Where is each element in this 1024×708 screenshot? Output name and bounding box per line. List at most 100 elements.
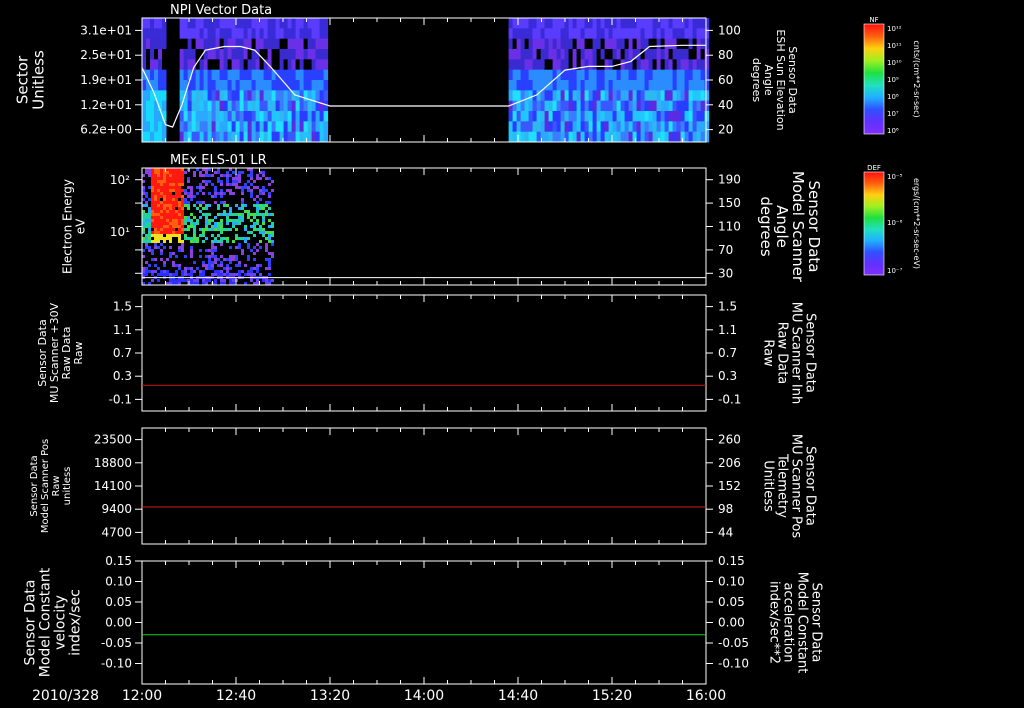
heatmap-cell: [219, 111, 225, 122]
axis-label-line: Sensor Data: [808, 583, 823, 663]
heatmap-cell: [268, 213, 271, 216]
heatmap-cell: [620, 121, 626, 133]
heatmap-cell: [632, 90, 638, 102]
heatmap-cell: [148, 186, 151, 189]
heatmap-cell: [628, 100, 634, 112]
heatmap-cell: [676, 28, 682, 40]
heatmap-cell: [223, 90, 229, 102]
axis-label-line: Raw: [760, 339, 775, 367]
heatmap-cell: [166, 216, 169, 219]
heatmap-cell: [524, 49, 530, 60]
heatmap-cell: [315, 69, 321, 81]
heatmap-cell: [568, 111, 574, 122]
heatmap-cell: [145, 225, 148, 228]
heatmap-cell: [214, 195, 217, 198]
heatmap-cell: [226, 183, 229, 186]
heatmap-cell: [247, 69, 253, 81]
heatmap-cell: [191, 111, 197, 122]
heatmap-cell: [239, 100, 245, 112]
heatmap-cell: [199, 131, 205, 143]
heatmap-cell: [636, 100, 642, 112]
heatmap-cell: [295, 100, 301, 112]
heatmap-cell: [299, 100, 305, 112]
heatmap-cell: [202, 234, 205, 237]
right-tick-label: 0.15: [718, 554, 745, 568]
heatmap-cell: [142, 80, 147, 91]
heatmap-cell: [226, 270, 229, 273]
heatmap-cell: [628, 131, 634, 143]
left-axis-label: SectorUnitless: [13, 50, 47, 110]
heatmap-cell: [183, 18, 189, 29]
heatmap-cell: [235, 177, 238, 180]
heatmap-cell: [648, 121, 654, 133]
heatmap-cell: [259, 18, 265, 29]
heatmap-cell: [160, 213, 163, 216]
heatmap-cell: [524, 28, 530, 40]
heatmap-cell: [548, 59, 554, 71]
heatmap-cell: [151, 210, 154, 213]
heatmap-cell: [232, 177, 235, 180]
heatmap-cell: [680, 80, 686, 91]
heatmap-cell: [148, 225, 151, 228]
heatmap-cell: [632, 69, 638, 81]
heatmap-cell: [235, 219, 238, 222]
axis-label-line: Model Constant: [794, 572, 809, 674]
colorbar-unit-text: cnts/(cm**2-sr-sec): [912, 40, 921, 117]
heatmap-cell: [178, 189, 181, 192]
heatmap-cell: [163, 183, 166, 186]
heatmap-cell: [151, 252, 154, 255]
heatmap-cell: [267, 18, 273, 29]
right-tick-label: 260: [718, 433, 741, 447]
heatmap-cell: [255, 111, 261, 122]
heatmap-cell: [700, 121, 706, 133]
heatmap-cell: [267, 90, 273, 102]
heatmap-cell: [291, 80, 297, 91]
heatmap-cell: [628, 28, 634, 40]
heatmap-cell: [181, 174, 184, 177]
heatmap-cell: [223, 279, 226, 282]
heatmap-cell: [259, 38, 265, 50]
heatmap-cell: [692, 28, 698, 40]
heatmap-cell: [608, 90, 614, 102]
heatmap-cell: [303, 121, 309, 133]
heatmap-cell: [564, 90, 570, 102]
heatmap-cell: [256, 204, 259, 207]
heatmap-cell: [175, 186, 178, 189]
heatmap-cell: [199, 249, 202, 252]
heatmap-cell: [660, 100, 666, 112]
heatmap-cell: [190, 249, 193, 252]
heatmap-cell: [172, 234, 175, 237]
heatmap-cell: [199, 111, 205, 122]
heatmap-cell: [508, 38, 514, 50]
heatmap-cell: [307, 59, 313, 71]
heatmap-cell: [239, 111, 245, 122]
heatmap-cell: [624, 69, 630, 81]
heatmap-cell: [259, 246, 262, 249]
heatmap-cell: [664, 38, 670, 50]
heatmap-cell: [704, 100, 710, 112]
heatmap-cell: [181, 225, 184, 228]
heatmap-cell: [564, 80, 570, 91]
heatmap-cell: [202, 228, 205, 231]
heatmap-cell: [163, 273, 166, 276]
heatmap-cell: [588, 100, 594, 112]
heatmap-cell: [220, 231, 223, 234]
heatmap-cell: [145, 195, 148, 198]
heatmap-cell: [239, 49, 245, 60]
heatmap-cell: [311, 131, 317, 143]
heatmap-cell: [576, 100, 582, 112]
heatmap-cell: [528, 121, 534, 133]
heatmap-cell: [203, 111, 209, 122]
heatmap-cell: [223, 38, 229, 50]
heatmap-cell: [636, 131, 642, 143]
heatmap-cell: [178, 246, 181, 249]
heatmap-cell: [247, 243, 250, 246]
heatmap-cell: [580, 28, 586, 40]
heatmap-cell: [148, 264, 151, 267]
heatmap-cell: [528, 90, 534, 102]
heatmap-cell: [271, 49, 277, 60]
heatmap-cell: [163, 225, 166, 228]
heatmap-cell: [154, 80, 159, 91]
heatmap-cell: [220, 279, 223, 282]
heatmap-cell: [162, 69, 167, 81]
